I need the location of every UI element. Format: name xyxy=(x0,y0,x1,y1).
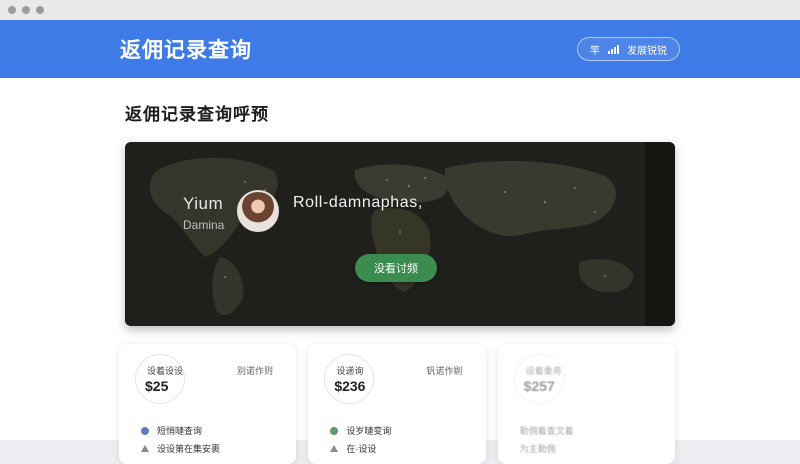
app-title: 返佣记录查询 xyxy=(120,39,252,62)
card-item-label: 为主勒佣 xyxy=(519,444,556,454)
header-button-label: 发展锐锐 xyxy=(627,45,667,57)
hero-user-name: Roll-damnaphas, xyxy=(293,194,423,211)
card-label: 设着重务 xyxy=(525,366,562,376)
card-list-item[interactable]: 设岁嗹变询 xyxy=(330,424,391,437)
card-value: $236 xyxy=(334,378,366,394)
card-item-label: 勒佣着查文着 xyxy=(519,426,574,436)
card-list-item[interactable]: 设设第在集安裹 xyxy=(141,442,220,455)
window-maximize-button[interactable] xyxy=(36,6,44,14)
window-minimize-button[interactable] xyxy=(22,6,30,14)
signal-bars-icon xyxy=(608,44,619,54)
hero-banner: Yium Damina Roll-damnaphas, 没看讨频 xyxy=(125,142,675,326)
card-label: 设着设设 xyxy=(147,366,184,376)
page-title: 返佣记录查询呼预 xyxy=(125,105,269,124)
blue-dot-icon xyxy=(141,426,149,435)
card-value: $25 xyxy=(145,378,169,394)
card-item-label: 设设第在集安裹 xyxy=(157,444,221,454)
title-bar xyxy=(0,0,800,20)
card-item-label: 在·设设 xyxy=(346,444,377,454)
world-map-background xyxy=(125,142,675,326)
card-list-item[interactable]: 短悄嗹查询 xyxy=(141,424,202,437)
green-dot-icon xyxy=(330,426,339,435)
card-right-label: 钒诺作剔 xyxy=(426,366,463,376)
card-item-label: 短悄嗹查询 xyxy=(157,426,203,436)
main-content: 返佣记录查询呼预 Yium Damina Roll-damnaphas, 没看讨… xyxy=(0,100,800,464)
hero-left-text: Yium Damina xyxy=(183,194,224,232)
summary-card-2[interactable]: 设递询 $236 钒诺作剔 设岁嗹变询 在·设设 xyxy=(308,344,486,464)
card-right-label: 别诺作则 xyxy=(237,366,274,376)
header-action-button[interactable]: 竿 发展锐锐 xyxy=(577,37,680,61)
card-list-item[interactable]: 为主勒佣 xyxy=(520,442,556,455)
window-close-button[interactable] xyxy=(8,6,16,14)
triangle-icon xyxy=(141,445,149,452)
header-button-prefix: 竿 xyxy=(590,45,600,57)
hero-view-button[interactable]: 没看讨频 xyxy=(355,254,437,282)
card-list-item[interactable]: 在·设设 xyxy=(330,442,376,455)
app-header: 返佣记录查询 竿 发展锐锐 xyxy=(0,20,800,78)
summary-card-1[interactable]: 设着设设 $25 别诺作则 短悄嗹查询 设设第在集安裹 xyxy=(119,344,297,464)
triangle-icon xyxy=(330,445,339,452)
app-window: 返佣记录查询 竿 发展锐锐 返佣记录查询呼预 Yium Damina Roll-… xyxy=(0,0,800,464)
card-label: 设递询 xyxy=(336,366,364,376)
user-avatar xyxy=(237,190,279,232)
summary-card-3[interactable]: 设着重务 $257 勒佣着查文着 为主勒佣 xyxy=(497,344,675,464)
card-value: $257 xyxy=(523,378,555,394)
card-list-item[interactable]: 勒佣着查文着 xyxy=(520,424,574,437)
summary-cards: 设着设设 $25 别诺作则 短悄嗹查询 设设第在集安裹 设递询 $236 钒诺作… xyxy=(119,344,675,464)
hero-left-title: Yium xyxy=(183,194,224,213)
hero-left-subtitle: Damina xyxy=(183,218,225,232)
card-item-label: 设岁嗹变询 xyxy=(346,426,392,436)
